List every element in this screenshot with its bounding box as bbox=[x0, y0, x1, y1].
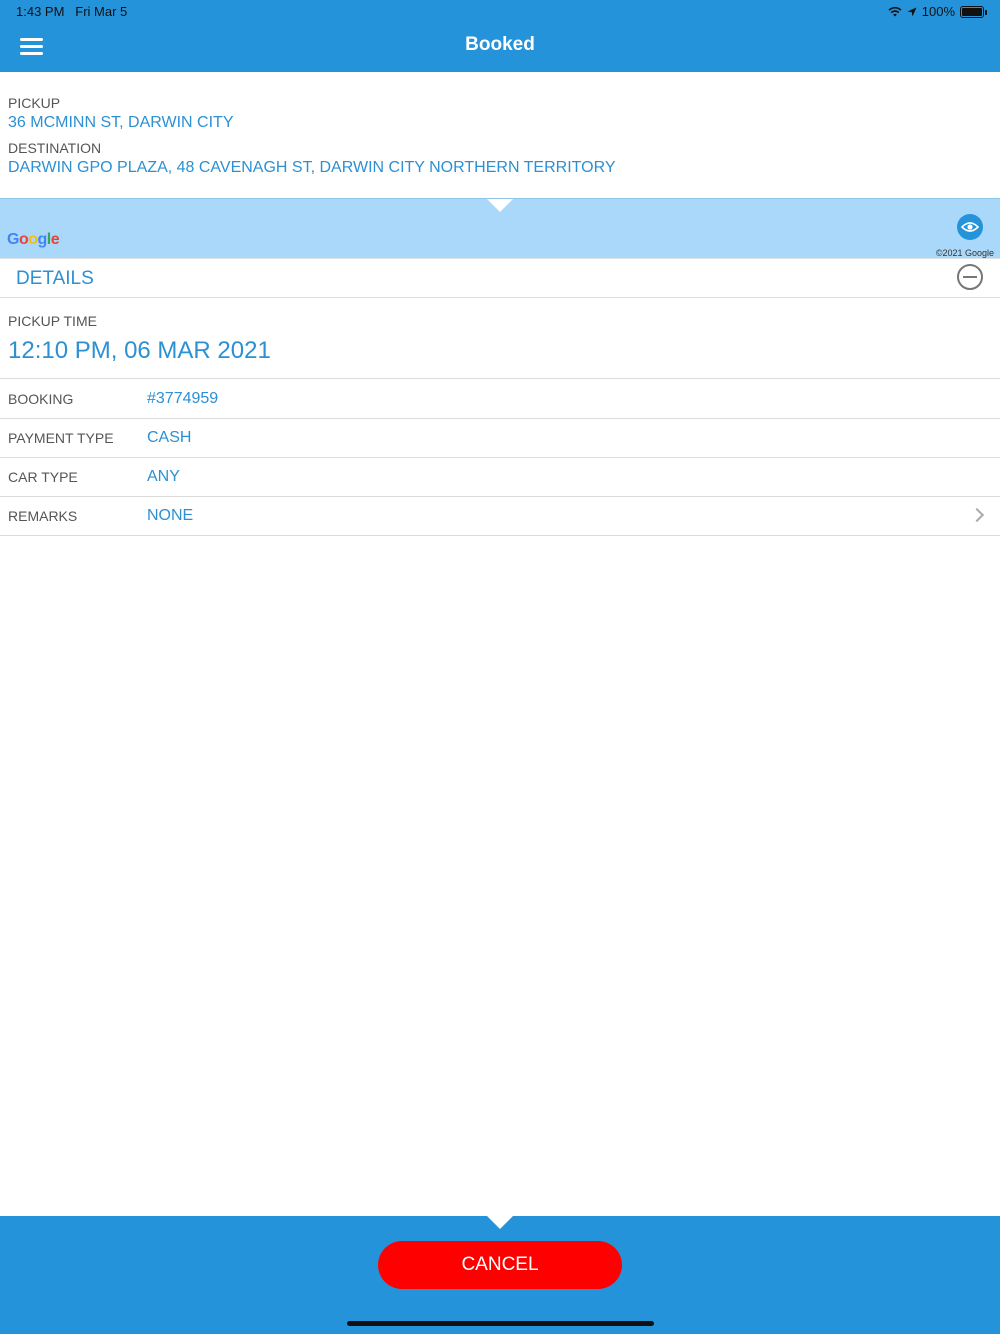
pickup-time-label: PICKUP TIME bbox=[8, 313, 97, 329]
chevron-right-icon bbox=[969, 507, 985, 523]
status-time: 1:43 PM bbox=[16, 4, 65, 19]
footer-pointer bbox=[487, 1216, 513, 1229]
detail-row-booking: BOOKING #3774959 bbox=[0, 379, 1000, 419]
cancel-button[interactable]: CANCEL bbox=[378, 1241, 622, 1289]
home-indicator bbox=[347, 1321, 654, 1326]
pickup-time-value: 12:10 PM, 06 MAR 2021 bbox=[8, 337, 271, 364]
destination-address: DARWIN GPO PLAZA, 48 CAVENAGH ST, DARWIN… bbox=[8, 159, 616, 176]
row-label: REMARKS bbox=[8, 508, 78, 524]
row-value: CASH bbox=[147, 429, 192, 446]
status-icons: 100% bbox=[888, 4, 987, 19]
pickup-label: PICKUP bbox=[8, 95, 61, 111]
details-header: DETAILS bbox=[0, 257, 1000, 298]
detail-row-payment-type: PAYMENT TYPE CASH bbox=[0, 418, 1000, 458]
battery-icon bbox=[960, 5, 987, 18]
row-label: BOOKING bbox=[8, 391, 74, 407]
status-date: Fri Mar 5 bbox=[75, 4, 128, 19]
status-bar: 1:43 PM Fri Mar 5 100% bbox=[0, 0, 1000, 24]
destination-label: DESTINATION bbox=[8, 140, 102, 156]
location-arrow-icon bbox=[907, 7, 917, 16]
map-pointer bbox=[487, 199, 513, 212]
pickup-address: 36 MCMINN ST, DARWIN CITY bbox=[8, 114, 234, 131]
row-label: CAR TYPE bbox=[8, 469, 78, 485]
row-label: PAYMENT TYPE bbox=[8, 430, 114, 446]
google-logo: Google bbox=[7, 231, 60, 248]
wifi-icon bbox=[888, 6, 902, 17]
minus-circle-icon[interactable] bbox=[957, 264, 983, 290]
status-time-date: 1:43 PM Fri Mar 5 bbox=[16, 4, 127, 19]
footer-bar: CANCEL bbox=[0, 1216, 1000, 1334]
row-value: NONE bbox=[147, 507, 194, 524]
detail-row-car-type: CAR TYPE ANY bbox=[0, 457, 1000, 497]
details-title: DETAILS bbox=[16, 268, 94, 289]
pickup-time-block: PICKUP TIME 12:10 PM, 06 MAR 2021 bbox=[8, 313, 271, 365]
row-value: #3774959 bbox=[147, 390, 219, 407]
route-section: PICKUP 36 MCMINN ST, DARWIN CITY DESTINA… bbox=[8, 95, 988, 177]
eye-icon[interactable] bbox=[957, 214, 983, 240]
app-header: 1:43 PM Fri Mar 5 100% Booked bbox=[0, 0, 1000, 72]
page-title: Booked bbox=[465, 34, 535, 55]
battery-percentage: 100% bbox=[921, 4, 955, 19]
detail-row-remarks[interactable]: REMARKS NONE bbox=[0, 496, 1000, 536]
row-value: ANY bbox=[147, 468, 180, 485]
